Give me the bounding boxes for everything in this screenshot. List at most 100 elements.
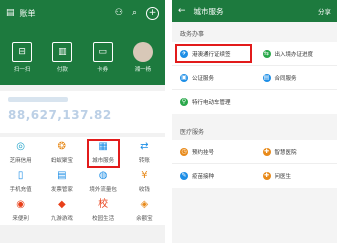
- receive-money-icon: ¥: [141, 170, 148, 181]
- notary-icon: ▣: [180, 73, 188, 82]
- service-row: ▣ 公证服务 ▤ 合同服务: [172, 66, 337, 90]
- appointment-icon: ◷: [180, 147, 188, 156]
- avatar-icon: [132, 42, 153, 62]
- grid-item-campus[interactable]: 校校园生活: [83, 199, 124, 225]
- grid-item-treasure[interactable]: ❂ 蚂蚁聚宝: [41, 141, 82, 167]
- grid-item-label: 手机充值: [9, 187, 32, 193]
- search-icon[interactable]: ⌕: [132, 8, 137, 18]
- vaccine-icon: ✎: [180, 172, 188, 180]
- service-smart-hospital[interactable]: ✚ 智慧医院: [255, 140, 337, 163]
- service-sections: 政务办事 ✈ 港澳通行证续签 ⇆ 出入境办证进度 ▣ 公证服务 ▤ 合同服务 ⚲ 特行电动车管理医疗…: [172, 22, 337, 188]
- roaming-icon: ◍: [98, 170, 108, 181]
- quick-action-avatar[interactable]: 湘一杨: [125, 42, 161, 73]
- grid-item-convenience[interactable]: ◉ 来便利: [0, 199, 41, 225]
- bill-icon[interactable]: ▤: [6, 8, 15, 18]
- plus-icon[interactable]: +: [146, 6, 159, 20]
- quick-action-barcode[interactable]: ▥ 付款: [44, 42, 80, 73]
- service-list: ✈ 港澳通行证续签 ⇆ 出入境办证进度 ▣ 公证服务 ▤ 合同服务 ⚲ 特行电动车管理: [172, 42, 337, 114]
- service-label: 合同服务: [274, 75, 297, 82]
- grid-item-phone-recharge[interactable]: ▯ 手机充值: [0, 170, 41, 196]
- grid-item-label: 城市服务: [92, 158, 115, 164]
- grid-item-label: 发票管家: [50, 187, 73, 193]
- service-label: 特行电动车管理: [192, 100, 231, 106]
- barcode-icon: ▥: [52, 42, 73, 62]
- page-title: 城市服务: [193, 6, 224, 16]
- passport-icon: ✈: [180, 49, 188, 58]
- service-appointment[interactable]: ◷ 预约挂号: [172, 140, 255, 163]
- grid-item-label: 收钱: [138, 187, 150, 193]
- quick-action-label: 湘一杨: [134, 67, 152, 73]
- grid-item-label: 九游游戏: [50, 216, 73, 222]
- city-service-icon: ▦: [98, 141, 108, 152]
- treasure-icon: ❂: [57, 141, 67, 152]
- quick-actions: ⊟ 扫一扫 ▥ 付款 ▭ 卡券 湘一杨: [0, 42, 165, 73]
- service-passport[interactable]: ✈ 港澳通行证续签: [172, 42, 255, 65]
- quick-action-label: 卡券: [97, 67, 109, 73]
- city-services-screen: ← 城市服务 分享 政务办事 ✈ 港澳通行证续签 ⇆ 出入境办证进度 ▣ 公证服务 ▤ 合同服务…: [172, 0, 337, 243]
- service-label: 港澳通行证续签: [192, 51, 231, 58]
- section-title: 政务办事: [180, 31, 205, 38]
- quick-action-scan[interactable]: ⊟ 扫一扫: [4, 42, 40, 73]
- city-services-header: ← 城市服务 分享: [172, 0, 337, 22]
- ebike-icon: ⚲: [180, 98, 188, 106]
- balance-card[interactable]: 88,627,137.82: [0, 91, 165, 133]
- service-label: 智慧医院: [274, 149, 297, 156]
- share-button[interactable]: 分享: [318, 6, 331, 16]
- grid-item-label: 校园生活: [92, 216, 115, 222]
- app-grid: ◎ 芝麻信用 ❂ 蚂蚁聚宝 ▦ 城市服务 ⇄ 转账 ▯ 手机充值 ▤ 发票管家 ◍ 境外流量包 ¥ 收钱 ◉ 来便…: [0, 137, 165, 225]
- service-contract[interactable]: ▤ 合同服务: [255, 66, 337, 89]
- service-label: 疫苗接种: [192, 174, 215, 180]
- game-icon: ◆: [58, 199, 66, 210]
- grid-item-label: 芝麻信用: [9, 158, 32, 164]
- service-row: ⚲ 特行电动车管理: [172, 90, 337, 114]
- service-row: ✎ 疫苗接种 ✚ 问医生: [172, 164, 337, 188]
- bill-title[interactable]: 账单: [20, 8, 36, 19]
- invoice-icon: ▤: [57, 170, 67, 181]
- grid-item-transfer[interactable]: ⇄ 转账: [124, 141, 165, 167]
- service-label: 预约挂号: [192, 149, 215, 156]
- back-arrow-icon[interactable]: ←: [178, 6, 186, 16]
- transfer-icon: ⇄: [140, 141, 149, 152]
- grid-item-invoice[interactable]: ▤ 发票管家: [41, 170, 82, 196]
- campus-icon: 校: [98, 199, 109, 210]
- grid-item-label: 境外流量包: [89, 187, 117, 193]
- section-title: 医疗服务: [180, 129, 205, 136]
- grid-item-label: 蚂蚁聚宝: [50, 158, 73, 164]
- scan-icon: ⊟: [12, 42, 33, 62]
- quick-action-label: 扫一扫: [13, 67, 31, 73]
- service-vaccine[interactable]: ✎ 疫苗接种: [172, 164, 255, 188]
- quick-action-label: 付款: [56, 67, 68, 73]
- grid-item-label: 转账: [138, 158, 150, 164]
- card-icon: ▭: [92, 42, 113, 62]
- grid-item-roaming[interactable]: ◍ 境外流量包: [83, 170, 124, 196]
- service-ebike[interactable]: ⚲ 特行电动车管理: [172, 90, 255, 114]
- ask-doctor-icon: ✚: [262, 172, 271, 180]
- smart-hospital-icon: ✚: [262, 147, 271, 156]
- grid-item-label: 来便利: [12, 216, 29, 222]
- service-row: ◷ 预约挂号 ✚ 智慧医院: [172, 140, 337, 164]
- service-label: 公证服务: [192, 75, 215, 82]
- service-ask-doctor[interactable]: ✚ 问医生: [255, 164, 337, 188]
- contacts-icon[interactable]: ⚇: [115, 8, 123, 18]
- service-label: 问医生: [274, 174, 292, 180]
- quick-action-card[interactable]: ▭ 卡券: [85, 42, 121, 73]
- alipay-home-screen: ▤ 账单 ⚇ ⌕ + ⊟ 扫一扫 ▥ 付款 ▭ 卡券 湘一杨 88,627,137.82 ◎…: [0, 0, 165, 243]
- sesame-icon: ◎: [16, 141, 25, 152]
- grid-item-label: 余额宝: [136, 216, 153, 222]
- service-exit-entry[interactable]: ⇆ 出入境办证进度: [255, 42, 337, 65]
- contract-icon: ▤: [262, 73, 271, 82]
- empty-slot: [255, 90, 337, 114]
- top-bar: ▤ 账单 ⚇ ⌕ +: [0, 0, 165, 26]
- grid-item-city-service[interactable]: ▦ 城市服务: [83, 139, 124, 168]
- balance-label: [8, 97, 68, 102]
- grid-item-sesame[interactable]: ◎ 芝麻信用: [0, 141, 41, 167]
- grid-item-game[interactable]: ◆ 九游游戏: [41, 199, 82, 225]
- convenience-icon: ◉: [16, 199, 25, 210]
- phone-recharge-icon: ▯: [17, 170, 24, 181]
- grid-item-yuebao[interactable]: ◈ 余额宝: [124, 199, 165, 225]
- grid-item-receive-money[interactable]: ¥ 收钱: [124, 170, 165, 196]
- service-label: 出入境办证进度: [274, 51, 314, 58]
- exit-entry-icon: ⇆: [262, 49, 271, 58]
- service-notary[interactable]: ▣ 公证服务: [172, 66, 255, 89]
- service-row: ✈ 港澳通行证续签 ⇆ 出入境办证进度: [172, 42, 337, 66]
